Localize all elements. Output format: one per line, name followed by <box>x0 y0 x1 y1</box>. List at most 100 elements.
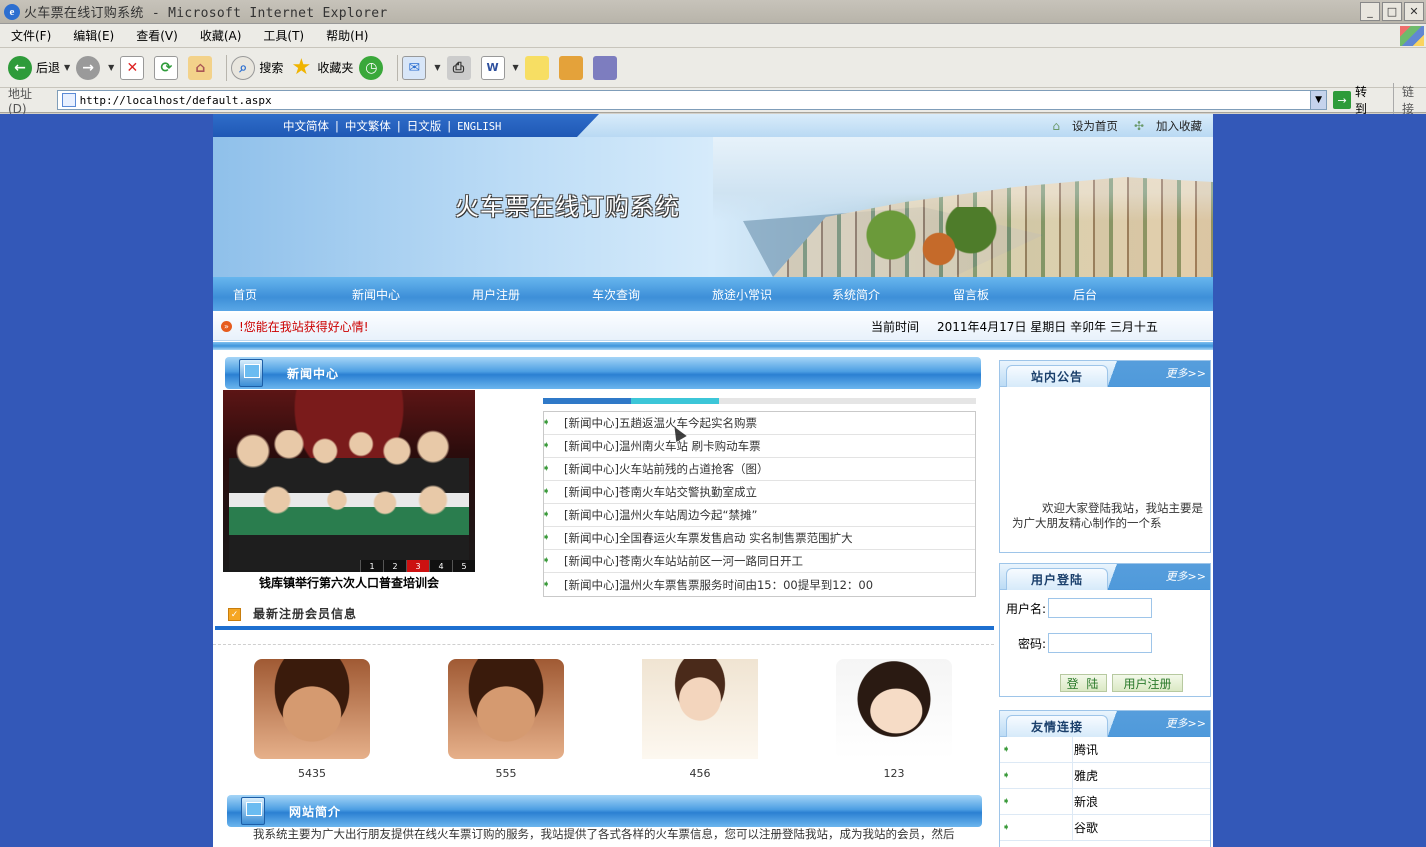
nav-travel-tips[interactable]: 旅途小常识 <box>712 286 772 303</box>
edit-dropdown-icon[interactable]: ▼ <box>513 63 519 72</box>
edit-button[interactable]: W ▼ <box>480 55 519 80</box>
menu-tools[interactable]: 工具(T) <box>252 27 315 44</box>
news-tab-1[interactable] <box>543 398 631 404</box>
lang-japanese[interactable]: 日文版 <box>407 119 442 133</box>
mail-button[interactable]: ✉ ▼ <box>402 55 441 80</box>
news-item[interactable]: ➧ [新闻中心] 苍南火车站交警执勤室成立 <box>542 481 975 504</box>
login-more-link[interactable]: 更多>> <box>1166 568 1206 584</box>
home-button[interactable]: ⌂ <box>188 55 216 80</box>
member-avatar[interactable] <box>254 659 370 759</box>
news-item[interactable]: ➧ [新闻中心] 全国春运火车票发售启动 实名制售票范围扩大 <box>542 527 975 550</box>
menu-view[interactable]: 查看(V) <box>125 27 189 44</box>
friend-link[interactable]: 新浪 <box>1074 793 1098 810</box>
nav-home[interactable]: 首页 <box>233 286 257 303</box>
news-title[interactable]: 温州南火车站 刷卡购动车票 <box>619 438 761 454</box>
member-card[interactable]: 123 <box>836 659 952 780</box>
nav-admin[interactable]: 后台 <box>1073 286 1097 303</box>
back-button[interactable]: ← 后退 ▼ <box>8 55 70 80</box>
news-title[interactable]: 温州火车票售票服务时间由15：00提早到12：00 <box>619 577 873 593</box>
friend-link-row[interactable]: ➧ 新浪 <box>1000 789 1210 815</box>
address-url[interactable]: http://localhost/default.aspx <box>80 94 272 107</box>
member-name[interactable]: 5435 <box>254 767 370 780</box>
login-button[interactable]: 登 陆 <box>1060 674 1107 692</box>
photo-page-4[interactable]: 4 <box>429 560 452 572</box>
set-home-link[interactable]: 设为首页 <box>1072 118 1118 134</box>
menu-help[interactable]: 帮助(H) <box>315 27 379 44</box>
nav-news[interactable]: 新闻中心 <box>352 286 400 303</box>
photo-page-5[interactable]: 5 <box>452 560 475 572</box>
news-title[interactable]: 温州火车站周边今起“禁摊” <box>619 507 757 523</box>
friend-link-row[interactable]: ➧ 腾讯 <box>1000 737 1210 763</box>
stop-button[interactable]: ✕ <box>120 55 148 80</box>
back-dropdown-icon[interactable]: ▼ <box>64 63 70 72</box>
photo-page-1[interactable]: 1 <box>360 560 383 572</box>
friend-link[interactable]: 腾讯 <box>1074 741 1098 758</box>
lang-traditional[interactable]: 中文繁体 <box>345 119 391 133</box>
menu-edit[interactable]: 编辑(E) <box>62 27 125 44</box>
news-item[interactable]: ➧ [新闻中心] 火车站前残的占道抢客（图） <box>542 458 975 481</box>
print-button[interactable]: ⎙ <box>446 55 475 80</box>
news-title[interactable]: 五趟返温火车今起实名购票 <box>619 415 757 431</box>
maximize-button[interactable]: □ <box>1382 2 1402 21</box>
photo-page-2[interactable]: 2 <box>383 560 406 572</box>
friend-link[interactable]: 雅虎 <box>1074 767 1098 784</box>
friend-link-row[interactable]: ➧ 雅虎 <box>1000 763 1210 789</box>
news-item[interactable]: ➧ [新闻中心] 温州火车站周边今起“禁摊” <box>542 504 975 527</box>
links-label[interactable]: 链接 <box>1393 83 1426 117</box>
register-button[interactable]: 用户注册 <box>1112 674 1183 692</box>
member-avatar[interactable] <box>836 659 952 759</box>
research-button[interactable] <box>558 55 587 80</box>
member-card[interactable]: 555 <box>448 659 564 780</box>
arrow-icon: ➧ <box>1002 770 1011 781</box>
nav-train-search[interactable]: 车次查询 <box>592 286 640 303</box>
friends-more-link[interactable]: 更多>> <box>1166 715 1206 731</box>
lang-simplified[interactable]: 中文简体 <box>283 119 329 133</box>
member-name[interactable]: 555 <box>448 767 564 780</box>
news-title[interactable]: 全国春运火车票发售启动 实名制售票范围扩大 <box>619 530 853 546</box>
nav-guestbook[interactable]: 留言板 <box>953 286 989 303</box>
notice-more-link[interactable]: 更多>> <box>1166 365 1206 381</box>
news-item[interactable]: ➧ [新闻中心] 五趟返温火车今起实名购票 <box>542 412 975 435</box>
lang-english[interactable]: ENGLISH <box>457 121 501 133</box>
menu-file[interactable]: 文件(F) <box>0 27 62 44</box>
nav-about[interactable]: 系统简介 <box>832 286 880 303</box>
refresh-button[interactable]: ⟳ <box>154 55 182 80</box>
nav-register[interactable]: 用户注册 <box>472 286 520 303</box>
member-card[interactable]: 456 <box>642 659 758 780</box>
photo-caption[interactable]: 钱库镇举行第六次人口普查培训会 <box>223 574 475 591</box>
news-item[interactable]: ➧ [新闻中心] 温州火车票售票服务时间由15：00提早到12：00 <box>542 573 975 596</box>
news-item[interactable]: ➧ [新闻中心] 苍南火车站站前区一河一路同日开工 <box>542 550 975 573</box>
news-item[interactable]: ➧ [新闻中心] 温州南火车站 刷卡购动车票 <box>542 435 975 458</box>
member-avatar[interactable] <box>642 659 758 759</box>
friend-link-row[interactable]: ➧ 谷歌 <box>1000 815 1210 841</box>
news-photo[interactable]: 1 2 3 4 5 <box>223 390 475 572</box>
member-name[interactable]: 456 <box>642 767 758 780</box>
forward-button[interactable]: → ▼ <box>76 55 114 80</box>
password-input[interactable] <box>1048 633 1153 653</box>
friend-link[interactable]: 谷歌 <box>1074 819 1098 836</box>
member-name[interactable]: 123 <box>836 767 952 780</box>
news-tab-2[interactable] <box>631 398 719 404</box>
username-input[interactable] <box>1048 598 1153 618</box>
photo-page-3[interactable]: 3 <box>406 560 429 572</box>
add-favorite-link[interactable]: 加入收藏 <box>1156 118 1202 134</box>
address-input[interactable]: http://localhost/default.aspx ▼ <box>56 90 1328 110</box>
news-title[interactable]: 苍南火车站站前区一河一路同日开工 <box>619 553 803 569</box>
address-dropdown-icon[interactable]: ▼ <box>1310 91 1327 109</box>
close-button[interactable]: ✕ <box>1404 2 1424 21</box>
mail-dropdown-icon[interactable]: ▼ <box>434 63 440 72</box>
search-button[interactable]: ⌕ 搜索 <box>231 55 283 80</box>
news-title[interactable]: 苍南火车站交警执勤室成立 <box>619 484 757 500</box>
news-category: [新闻中心] <box>564 439 619 453</box>
minimize-button[interactable]: _ <box>1360 2 1380 21</box>
history-button[interactable]: ◷ <box>359 55 387 80</box>
favorites-button[interactable]: ★ 收藏夹 <box>289 55 353 80</box>
forward-dropdown-icon[interactable]: ▼ <box>108 63 114 72</box>
menu-favorites[interactable]: 收藏(A) <box>189 27 253 44</box>
discuss-button[interactable] <box>524 55 553 80</box>
messenger-button[interactable] <box>592 55 621 80</box>
news-title[interactable]: 火车站前残的占道抢客（图） <box>619 461 769 477</box>
member-avatar[interactable] <box>448 659 564 759</box>
go-button[interactable]: → 转到 <box>1333 83 1379 117</box>
member-card[interactable]: 5435 <box>254 659 370 780</box>
